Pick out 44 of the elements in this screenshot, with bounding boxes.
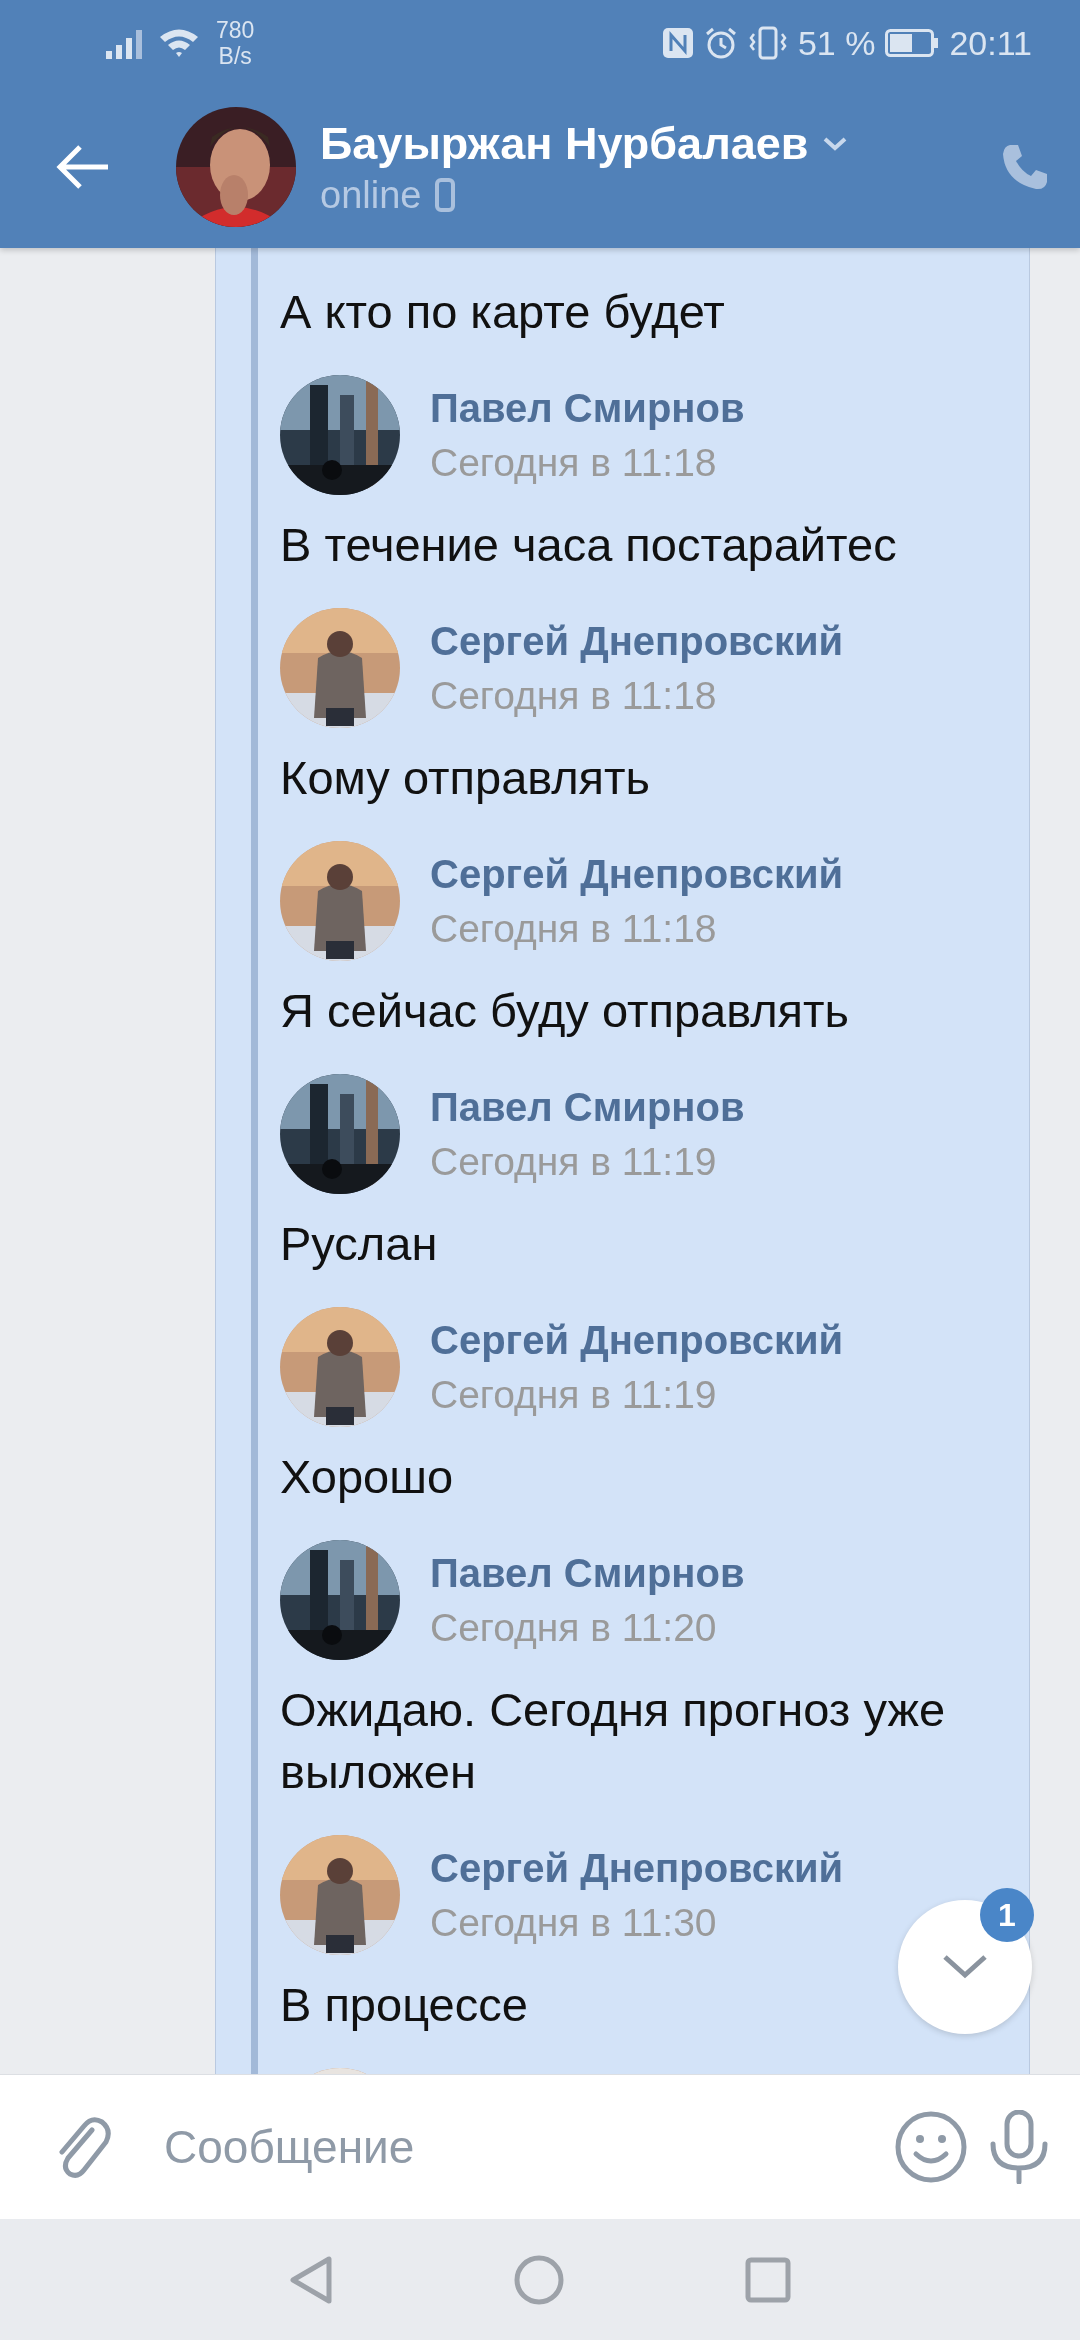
- sender-name[interactable]: Павел Смирнов: [430, 1084, 745, 1130]
- sender-name[interactable]: Сергей Днепровский: [430, 618, 844, 664]
- message-text: Я сейчас буду отправлять: [280, 983, 850, 1039]
- sender-name[interactable]: Сергей Днепровский: [430, 1845, 844, 1891]
- online-status: online: [320, 173, 422, 217]
- message-time: Сегодня в 11:18: [430, 440, 718, 485]
- chevron-down-icon: [941, 1953, 989, 1981]
- vibrate-icon: [747, 26, 788, 60]
- message-text: Руслан: [280, 1216, 438, 1272]
- message-time: Сегодня в 11:18: [430, 673, 718, 718]
- clock: 20:11: [949, 23, 1032, 63]
- message-input[interactable]: Сообщение: [132, 2110, 874, 2184]
- back-arrow-icon[interactable]: [54, 143, 110, 191]
- message-bar[interactable]: Сообщение: [0, 2074, 1080, 2219]
- phone-device-icon: [435, 178, 456, 212]
- network-speed-unit: B/s: [218, 43, 252, 69]
- message-text: Хорошо: [280, 1449, 454, 1505]
- emoji-icon[interactable]: [894, 2110, 968, 2184]
- message-text: Кому отправлять: [280, 750, 651, 806]
- battery-percent: 51 %: [797, 23, 876, 63]
- contact-name[interactable]: Бауыржан Нурбалаев: [320, 117, 809, 170]
- phone-icon[interactable]: [1000, 142, 1050, 192]
- nfc-icon: [661, 27, 694, 59]
- sender-name[interactable]: Павел Смирнов: [430, 385, 745, 431]
- sender-name[interactable]: Сергей Днепровский: [430, 851, 844, 897]
- message-text: В течение часа постарайтес: [280, 517, 897, 573]
- microphone-icon[interactable]: [988, 2110, 1050, 2184]
- message-time: Сегодня в 11:19: [430, 1139, 718, 1184]
- message-time: Сегодня в 11:20: [430, 1605, 718, 1650]
- network-speed: 780: [216, 17, 255, 43]
- alarm-icon: [703, 26, 738, 60]
- message-time: Сегодня в 11:18: [430, 906, 718, 951]
- message-text: А кто по карте будет: [280, 284, 725, 340]
- message-text: Ожидаю. Сегодня прогноз уже выложен: [280, 1682, 947, 1800]
- battery-icon: [885, 29, 940, 57]
- sender-name[interactable]: Павел Смирнов: [430, 1550, 745, 1596]
- message-time: Сегодня в 11:19: [430, 1372, 718, 1417]
- message-time: Сегодня в 11:30: [430, 1900, 718, 1945]
- recents-nav-icon[interactable]: [745, 2256, 791, 2303]
- sender-name[interactable]: Сергей Днепровский: [430, 1317, 844, 1363]
- message-text: В процессе: [280, 1977, 528, 2033]
- home-nav-icon[interactable]: [513, 2253, 565, 2306]
- chevron-down-icon[interactable]: [822, 135, 849, 152]
- back-nav-icon[interactable]: [289, 2254, 333, 2305]
